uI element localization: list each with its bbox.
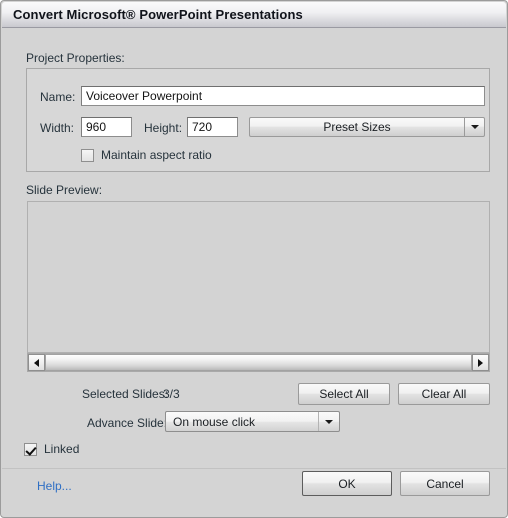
clear-all-button[interactable]: Clear All	[398, 383, 490, 405]
ok-button[interactable]: OK	[302, 471, 392, 496]
linked-checkbox[interactable]	[24, 442, 37, 456]
cancel-button[interactable]: Cancel	[400, 471, 490, 496]
title-bar: Convert Microsoft® PowerPoint Presentati…	[2, 2, 506, 28]
scrollbar-thumb[interactable]	[45, 354, 472, 371]
chevron-down-icon	[464, 118, 484, 136]
maintain-aspect-ratio-label: Maintain aspect ratio	[101, 148, 212, 162]
slide-preview-label: Slide Preview:	[26, 183, 103, 197]
scroll-right-button[interactable]	[472, 354, 489, 371]
preset-sizes-dropdown[interactable]: Preset Sizes	[249, 117, 485, 137]
convert-powerpoint-dialog: Convert Microsoft® PowerPoint Presentati…	[0, 0, 508, 518]
dialog-client-area: Project Properties: Name: Width: Height:…	[2, 28, 506, 516]
triangle-left-icon	[34, 358, 39, 367]
project-properties-label: Project Properties:	[26, 51, 125, 65]
help-link[interactable]: Help...	[37, 479, 72, 493]
height-input[interactable]	[187, 117, 238, 137]
width-input[interactable]	[81, 117, 132, 137]
ok-label: OK	[338, 476, 356, 491]
slide-preview-panel[interactable]	[27, 201, 490, 353]
maintain-aspect-ratio-row[interactable]: Maintain aspect ratio	[81, 148, 212, 162]
chevron-down-icon	[318, 412, 339, 431]
window-title: Convert Microsoft® PowerPoint Presentati…	[13, 7, 303, 22]
project-properties-groupbox: Name: Width: Height: Preset Sizes Mainta…	[26, 68, 490, 172]
selected-slides-label: Selected Slides:	[82, 387, 169, 401]
triangle-right-icon	[478, 358, 483, 367]
cancel-label: Cancel	[426, 476, 464, 491]
select-all-button[interactable]: Select All	[298, 383, 390, 405]
clear-all-label: Clear All	[421, 387, 467, 401]
advance-slide-label: Advance Slide:	[87, 416, 168, 430]
height-label: Height:	[144, 121, 183, 135]
preset-sizes-label: Preset Sizes	[323, 120, 391, 134]
name-input[interactable]	[81, 86, 485, 106]
scrollbar-track[interactable]	[45, 354, 472, 371]
advance-slide-dropdown[interactable]: On mouse click	[165, 411, 340, 432]
maintain-aspect-ratio-checkbox[interactable]	[81, 148, 94, 162]
footer-divider	[2, 468, 506, 469]
linked-row[interactable]: Linked	[24, 442, 79, 456]
select-all-label: Select All	[319, 387, 369, 401]
selected-slides-value: 3/3	[163, 387, 180, 401]
name-label: Name:	[40, 90, 76, 104]
width-label: Width:	[40, 121, 75, 135]
slide-preview-horizontal-scrollbar[interactable]	[27, 353, 490, 372]
linked-label: Linked	[44, 442, 80, 456]
scroll-left-button[interactable]	[28, 354, 45, 371]
advance-slide-value: On mouse click	[173, 414, 256, 429]
